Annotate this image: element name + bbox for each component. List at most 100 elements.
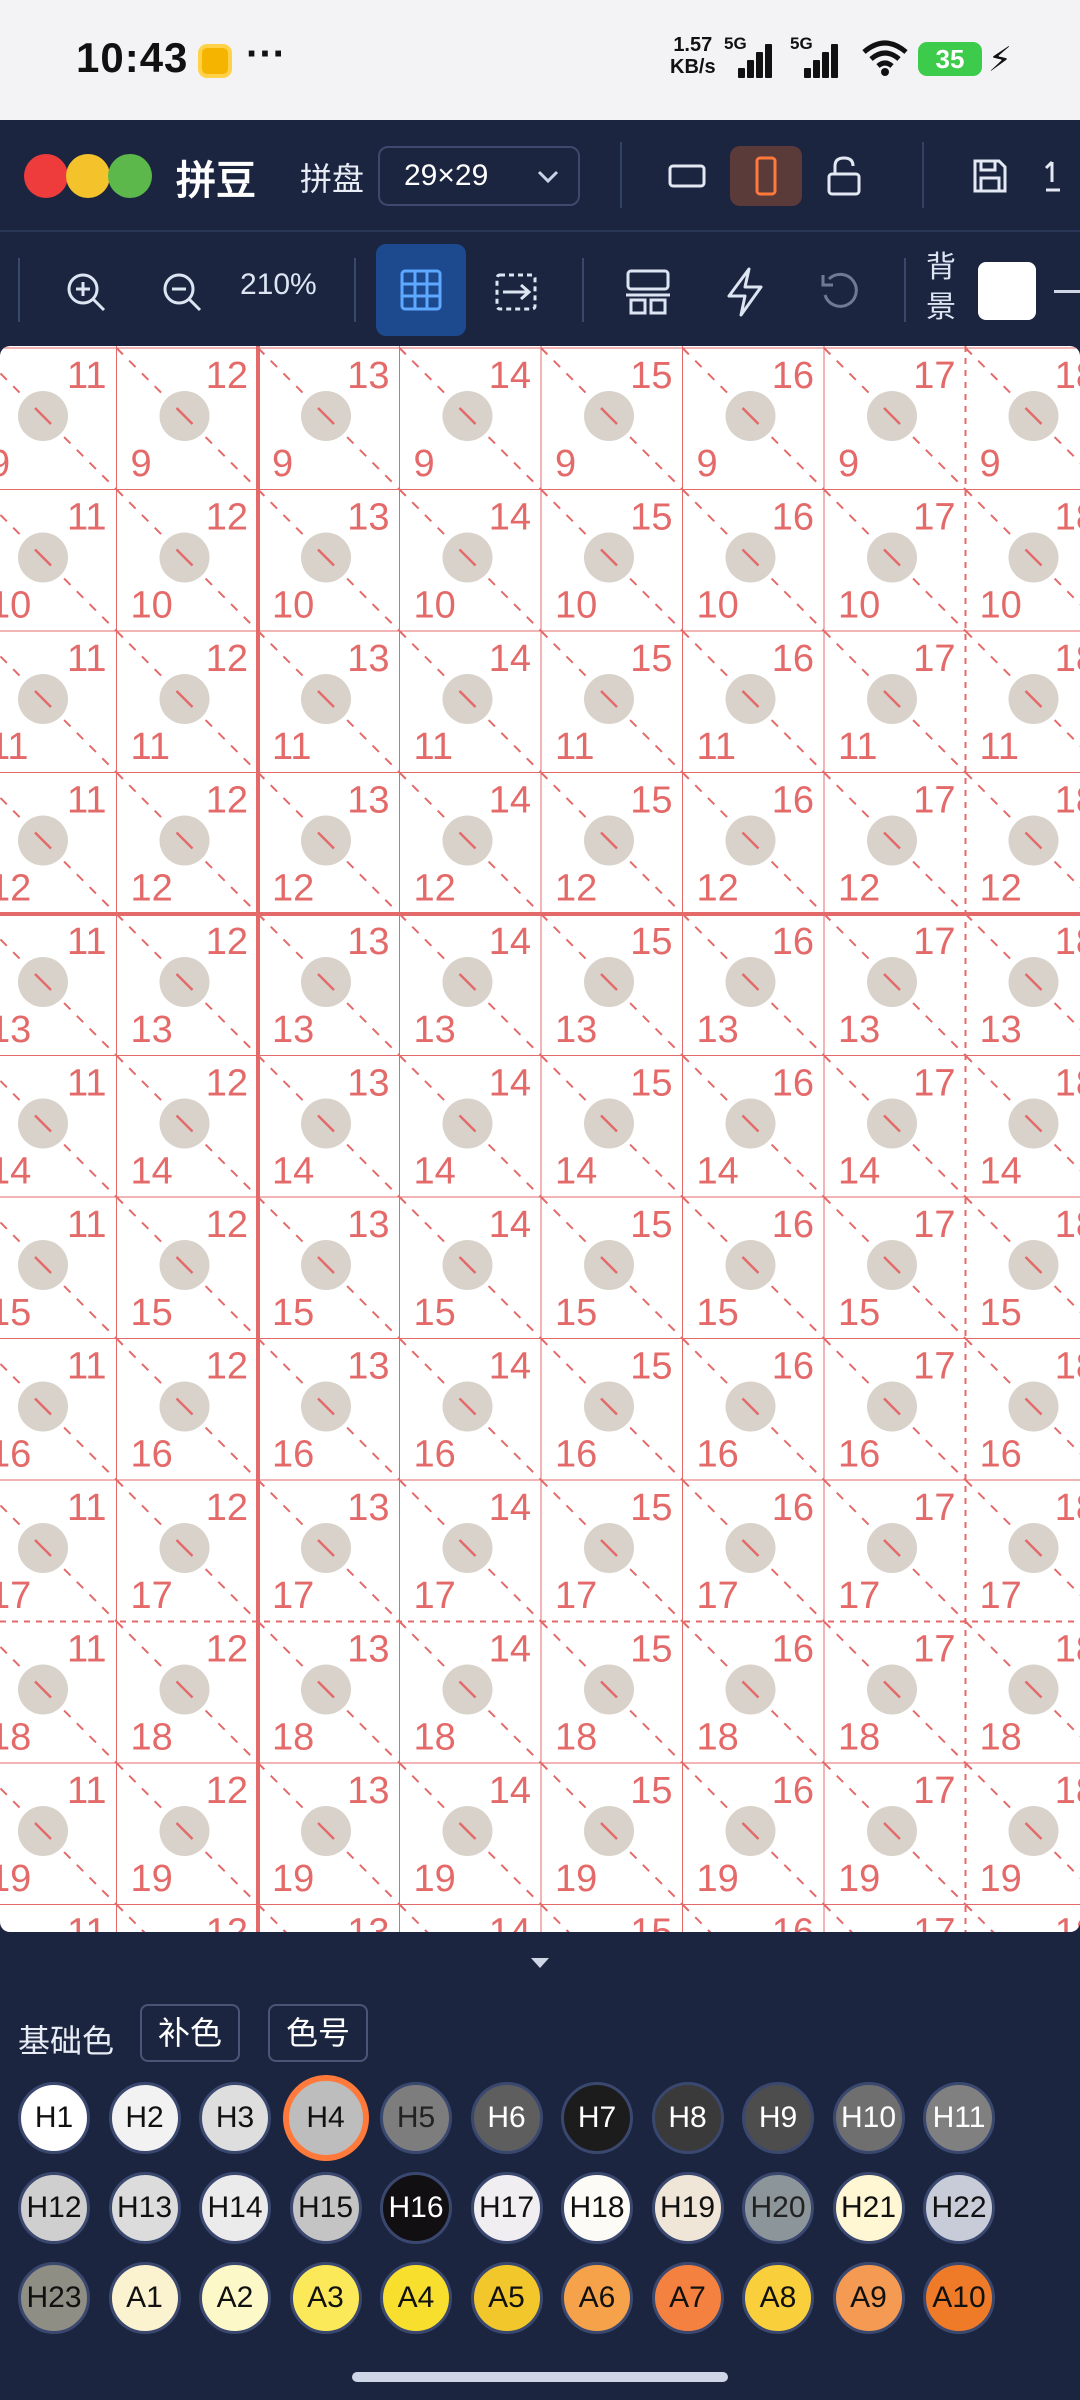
column-number: 18 bbox=[1055, 1346, 1080, 1388]
save-button[interactable] bbox=[954, 146, 1026, 206]
zoom-out-icon bbox=[163, 273, 202, 312]
color-swatch-a5[interactable]: A5 bbox=[470, 2262, 543, 2334]
tab-color-code[interactable]: 色号 bbox=[268, 2004, 369, 2062]
row-number: 17 bbox=[697, 1575, 739, 1617]
row-number: 17 bbox=[838, 1575, 880, 1617]
column-number: 11 bbox=[67, 921, 106, 963]
bead-grid[interactable]: 11 9 12 9 13 9 14 9 15 9 16 9 17 9 18 9 11 10 12 10 13 10 14 10… bbox=[0, 346, 1080, 1932]
color-swatch-h3[interactable]: H3 bbox=[199, 2082, 271, 2154]
landscape-icon bbox=[668, 164, 706, 188]
row-number: 18 bbox=[697, 1717, 739, 1759]
row-number: 18 bbox=[0, 1717, 31, 1759]
background-color-swatch[interactable] bbox=[978, 262, 1036, 320]
color-swatch-h7[interactable]: H7 bbox=[561, 2082, 633, 2154]
home-indicator[interactable] bbox=[352, 2372, 728, 2382]
split-icon bbox=[495, 273, 537, 311]
background-slider[interactable] bbox=[1054, 290, 1080, 293]
bead-canvas[interactable]: 11 9 12 9 13 9 14 9 15 9 16 9 17 9 18 9 11 10 12 10 13 10 14 10… bbox=[0, 346, 1080, 1932]
column-number: 12 bbox=[206, 1063, 248, 1105]
column-number: 17 bbox=[913, 1063, 955, 1105]
collapse-palette-button[interactable] bbox=[0, 1932, 1080, 1992]
row-number: 18 bbox=[980, 1717, 1022, 1759]
color-swatch-a10[interactable]: A10 bbox=[923, 2262, 995, 2334]
column-number: 15 bbox=[630, 1346, 672, 1388]
color-swatch-h12[interactable]: H12 bbox=[18, 2172, 90, 2244]
portrait-orientation-button[interactable] bbox=[730, 146, 802, 206]
color-swatch-a4[interactable]: A4 bbox=[380, 2262, 452, 2334]
column-number: 15 bbox=[630, 1770, 672, 1812]
color-swatch-h1[interactable]: H1 bbox=[18, 2082, 90, 2154]
color-swatch-h6[interactable]: H6 bbox=[470, 2082, 543, 2154]
column-number: 11 bbox=[67, 1629, 106, 1671]
color-swatch-h23[interactable]: H23 bbox=[18, 2262, 90, 2334]
zoom-in-button[interactable] bbox=[46, 252, 126, 332]
color-swatch-a7[interactable]: A7 bbox=[651, 2262, 724, 2334]
undo-button[interactable] bbox=[800, 252, 880, 332]
column-number: 18 bbox=[1055, 1912, 1080, 1933]
color-swatch-h15[interactable]: H15 bbox=[289, 2172, 362, 2244]
color-swatch-h16[interactable]: H16 bbox=[380, 2172, 452, 2244]
color-swatch-a6[interactable]: A6 bbox=[561, 2262, 633, 2334]
color-swatch-h2[interactable]: H2 bbox=[108, 2082, 181, 2154]
column-number: 18 bbox=[1055, 1770, 1080, 1812]
row-number: 10 bbox=[0, 585, 31, 627]
color-swatch-h18[interactable]: H18 bbox=[561, 2172, 633, 2244]
color-swatch-h5[interactable]: H5 bbox=[380, 2082, 452, 2154]
column-number: 15 bbox=[630, 1629, 672, 1671]
column-number: 15 bbox=[630, 921, 672, 963]
color-swatch-a1[interactable]: A1 bbox=[108, 2262, 181, 2334]
color-swatch-h17[interactable]: H17 bbox=[470, 2172, 543, 2244]
row-number: 11 bbox=[697, 726, 736, 768]
column-number: 16 bbox=[772, 1912, 814, 1933]
battery-icon: 35 bbox=[918, 42, 992, 76]
color-swatch-h14[interactable]: H14 bbox=[199, 2172, 271, 2244]
color-swatch-h19[interactable]: H19 bbox=[651, 2172, 724, 2244]
color-palette: 基础色 补色 色号 H1 H2 H3 H4 H5 H6 H7 H8 H9 H10 H11 H12 H13… bbox=[0, 1992, 1080, 2400]
quick-fill-button[interactable] bbox=[705, 252, 785, 332]
row-number: 19 bbox=[272, 1858, 314, 1900]
column-number: 16 bbox=[772, 355, 814, 397]
board-size-select[interactable]: 29×29 bbox=[378, 146, 580, 206]
color-swatch-h8[interactable]: H8 bbox=[651, 2082, 724, 2154]
grid-icon bbox=[400, 269, 442, 311]
row-number: 18 bbox=[555, 1717, 597, 1759]
color-swatch-h9[interactable]: H9 bbox=[742, 2082, 814, 2154]
row-number: 9 bbox=[272, 443, 293, 485]
color-swatch-h21[interactable]: H21 bbox=[832, 2172, 905, 2244]
column-number: 13 bbox=[347, 1487, 389, 1529]
bead-layout-button[interactable] bbox=[608, 252, 688, 332]
landscape-orientation-button[interactable] bbox=[651, 146, 723, 206]
column-number: 11 bbox=[67, 497, 106, 539]
row-number: 14 bbox=[414, 1151, 456, 1193]
row-number: 15 bbox=[555, 1292, 597, 1334]
color-swatch-h13[interactable]: H13 bbox=[108, 2172, 181, 2244]
mirror-button[interactable] bbox=[476, 252, 556, 332]
column-number: 18 bbox=[1055, 1629, 1080, 1671]
color-swatch-a9[interactable]: A9 bbox=[832, 2262, 905, 2334]
color-swatch-a3[interactable]: A3 bbox=[289, 2262, 362, 2334]
row-number: 10 bbox=[980, 585, 1022, 627]
column-number: 13 bbox=[347, 1204, 389, 1246]
row-number: 13 bbox=[555, 1009, 597, 1051]
lightning-icon bbox=[727, 267, 763, 317]
layout-icon bbox=[626, 269, 670, 315]
lock-button[interactable] bbox=[808, 146, 880, 206]
grid-toggle-button[interactable] bbox=[376, 244, 466, 336]
unlock-icon bbox=[827, 156, 861, 196]
column-number: 16 bbox=[772, 1487, 814, 1529]
tab-complementary[interactable]: 补色 bbox=[140, 2004, 241, 2062]
color-swatch-h4[interactable]: H4 bbox=[282, 2075, 369, 2161]
column-number: 16 bbox=[772, 1063, 814, 1105]
column-number: 14 bbox=[489, 355, 531, 397]
zoom-out-button[interactable] bbox=[142, 252, 222, 332]
row-number: 19 bbox=[131, 1858, 173, 1900]
color-swatch-h10[interactable]: H10 bbox=[832, 2082, 905, 2154]
color-swatch-a8[interactable]: A8 bbox=[742, 2262, 814, 2334]
color-swatch-h11[interactable]: H11 bbox=[923, 2082, 995, 2154]
color-swatch-h22[interactable]: H22 bbox=[923, 2172, 995, 2244]
column-number: 18 bbox=[1055, 1063, 1080, 1105]
export-button[interactable] bbox=[1040, 146, 1080, 206]
color-swatch-h20[interactable]: H20 bbox=[742, 2172, 814, 2244]
row-number: 13 bbox=[980, 1009, 1022, 1051]
color-swatch-a2[interactable]: A2 bbox=[199, 2262, 271, 2334]
